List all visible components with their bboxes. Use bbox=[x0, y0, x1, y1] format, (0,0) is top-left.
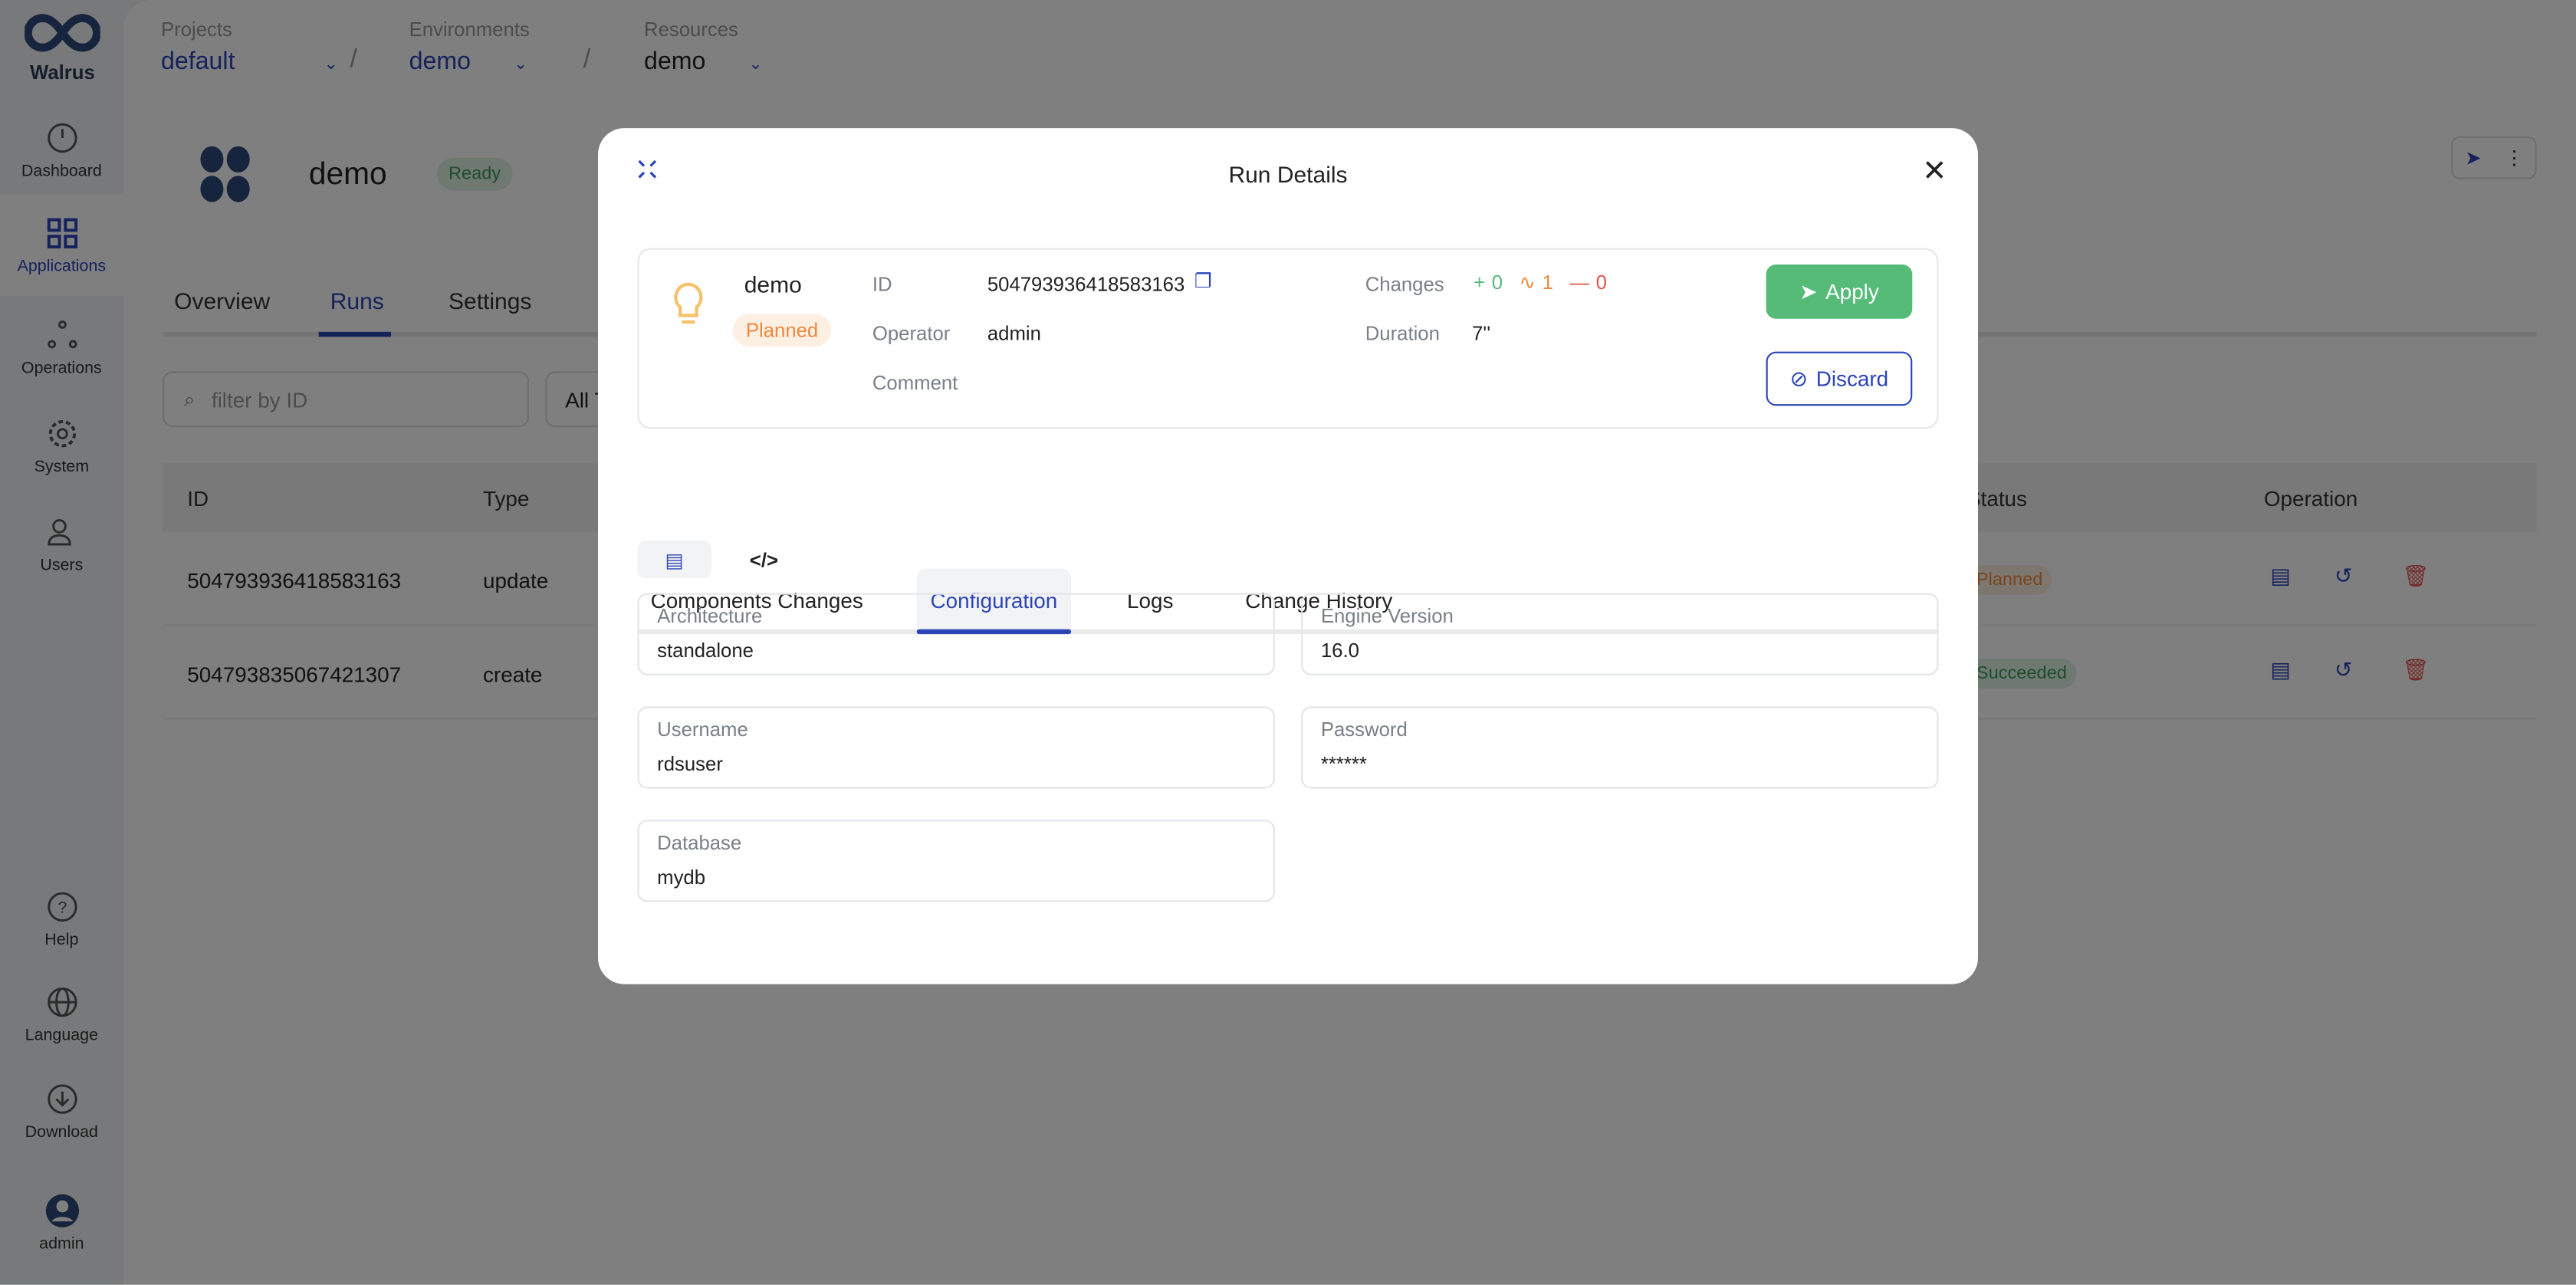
form-view-toggle[interactable]: ▤ bbox=[637, 541, 711, 579]
run-details-modal: Run Details ✕ demo Planned ID 5047939364… bbox=[598, 128, 1978, 984]
field-password: Password ****** bbox=[1301, 706, 1939, 789]
apply-button[interactable]: ➤ Apply bbox=[1766, 265, 1913, 319]
code-view-toggle[interactable]: </> bbox=[746, 541, 782, 578]
minus-icon: — bbox=[1569, 271, 1590, 294]
copy-icon[interactable]: ❐ bbox=[1194, 269, 1212, 292]
field-architecture: Architecture standalone bbox=[637, 593, 1275, 675]
close-icon[interactable]: ✕ bbox=[1922, 154, 1947, 189]
plus-icon: + bbox=[1474, 271, 1486, 294]
modal-title: Run Details bbox=[1228, 161, 1348, 188]
field-engine-version: Engine Version 16.0 bbox=[1301, 593, 1939, 675]
changes-summary: +0 ∿ 1 —0 bbox=[1474, 271, 1608, 294]
send-icon: ➤ bbox=[1799, 278, 1818, 304]
lightbulb-icon bbox=[674, 282, 703, 324]
ban-icon: ⊘ bbox=[1789, 365, 1809, 390]
document-icon: ▤ bbox=[665, 547, 684, 571]
field-username: Username rdsuser bbox=[637, 706, 1275, 789]
tilde-icon: ∿ bbox=[1519, 271, 1536, 294]
run-summary-card: demo Planned ID 504793936418583163 ❐ Ope… bbox=[637, 248, 1939, 429]
discard-button[interactable]: ⊘ Discard bbox=[1766, 351, 1913, 406]
status-badge: Planned bbox=[732, 314, 832, 347]
field-database: Database mydb bbox=[637, 820, 1275, 902]
code-icon: </> bbox=[749, 547, 779, 571]
